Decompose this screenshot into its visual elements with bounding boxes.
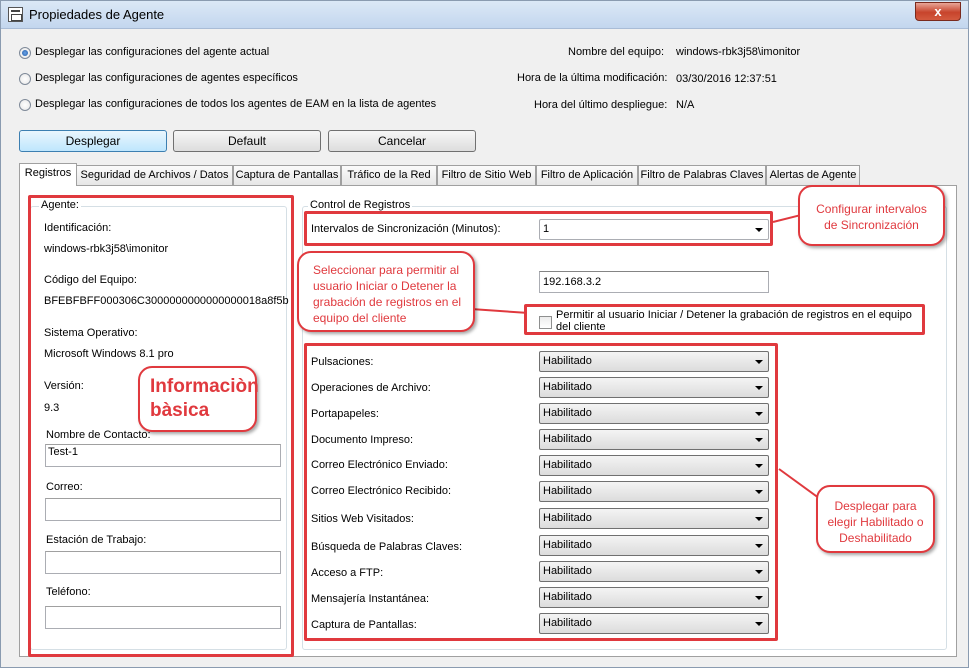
server-ip-input[interactable]: 192.168.3.2 bbox=[539, 271, 769, 293]
last-modified-label: Hora de la última modificación: bbox=[517, 72, 668, 84]
callout-sync-interval: Configurar intervalos de Sincronización bbox=[798, 185, 945, 246]
annotation-box-allow bbox=[524, 304, 925, 335]
last-deploy-label: Hora del último despliegue: bbox=[534, 99, 668, 111]
last-modified-value: 03/30/2016 12:37:51 bbox=[676, 73, 777, 85]
cancel-button[interactable]: Cancelar bbox=[328, 130, 476, 152]
tab-file-security[interactable]: Seguridad de Archivos / Datos bbox=[76, 165, 233, 186]
callout-allow-user: Seleccionar para permitir al usuario Ini… bbox=[297, 251, 475, 332]
radio-all-agents[interactable] bbox=[19, 99, 31, 111]
tab-screen-capture[interactable]: Captura de Pantallas bbox=[233, 165, 341, 186]
tab-agent-alerts[interactable]: Alertas de Agente bbox=[766, 165, 860, 186]
last-deploy-value: N/A bbox=[676, 99, 695, 111]
radio-specific-agents[interactable] bbox=[19, 73, 31, 85]
tab-keyword-filter[interactable]: Filtro de Palabras Claves bbox=[638, 165, 766, 186]
default-button[interactable]: Default bbox=[173, 130, 321, 152]
annotation-box-sync bbox=[304, 211, 773, 246]
agent-properties-window: Propiedades de Agente x Desplegar las co… bbox=[0, 0, 969, 668]
tab-network-traffic[interactable]: Tráfico de la Red bbox=[341, 165, 437, 186]
close-button[interactable]: x bbox=[915, 2, 961, 21]
computer-name-label: Nombre del equipo: bbox=[568, 46, 665, 58]
tab-website-filter[interactable]: Filtro de Sitio Web bbox=[437, 165, 536, 186]
tab-application-filter[interactable]: Filtro de Aplicación bbox=[536, 165, 638, 186]
callout-dropdown-hint: Desplegar para elegir Habilitado o Desha… bbox=[816, 485, 935, 553]
radio-specific-agents-label: Desplegar las configuraciones de agentes… bbox=[35, 72, 298, 84]
deploy-button[interactable]: Desplegar bbox=[19, 130, 167, 152]
title-bar[interactable]: Propiedades de Agente x bbox=[1, 1, 968, 29]
callout-basic-info: Informaciòn bàsica bbox=[138, 366, 259, 432]
annotation-box-dropdowns bbox=[304, 343, 778, 641]
log-control-title: Control de Registros bbox=[308, 199, 413, 211]
radio-current-agent-label: Desplegar las configuraciones del agente… bbox=[35, 46, 270, 58]
window-title: Propiedades de Agente bbox=[29, 7, 165, 22]
window-icon bbox=[8, 7, 23, 22]
radio-all-agents-label: Desplegar las configuraciones de todos l… bbox=[35, 98, 437, 110]
radio-current-agent[interactable] bbox=[19, 47, 31, 59]
computer-name-value: windows-rbk3j58\imonitor bbox=[676, 46, 801, 58]
tab-registros[interactable]: Registros bbox=[19, 163, 77, 186]
